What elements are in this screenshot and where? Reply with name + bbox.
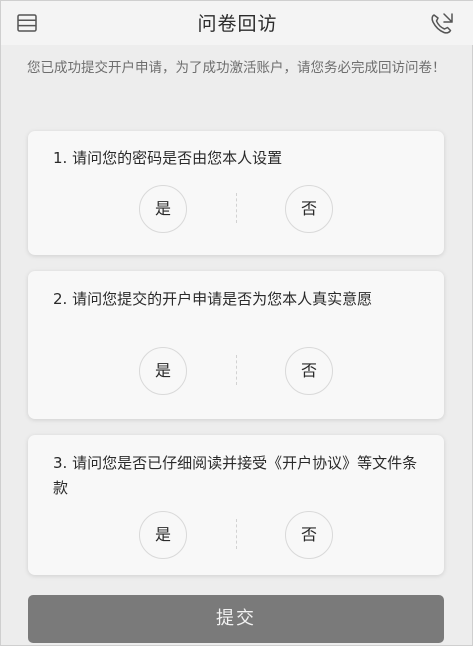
no-option[interactable]: 否	[285, 185, 333, 233]
option-divider	[236, 355, 237, 385]
yes-option[interactable]: 是	[139, 511, 187, 559]
yes-option[interactable]: 是	[139, 185, 187, 233]
app-frame: 问卷回访 您已成功提交开户申请，为了成功激活账户，请您务必完成回访问卷！ 1. …	[0, 0, 473, 646]
question-text: 2. 请问您提交的开户申请是否为您本人真实意愿	[53, 290, 373, 308]
yes-option[interactable]: 是	[139, 347, 187, 395]
option-divider	[236, 519, 237, 549]
header-bar: 问卷回访	[1, 1, 473, 45]
no-option[interactable]: 否	[285, 511, 333, 559]
question-text: 3. 请问您是否已仔细阅读并接受《开户协议》等文件条款	[53, 454, 418, 497]
phone-icon[interactable]	[429, 11, 455, 35]
notice-text: 您已成功提交开户申请，为了成功激活账户，请您务必完成回访问卷！	[27, 60, 446, 76]
no-option[interactable]: 否	[285, 347, 333, 395]
page-title: 问卷回访	[197, 13, 278, 35]
question-card-2: 2. 请问您提交的开户申请是否为您本人真实意愿 是 否	[28, 271, 444, 419]
question-card-1: 1. 请问您的密码是否由您本人设置 是 否	[28, 131, 444, 255]
question-text: 1. 请问您的密码是否由您本人设置	[53, 149, 283, 167]
submit-button[interactable]: 提交	[28, 595, 444, 643]
question-card-3: 3. 请问您是否已仔细阅读并接受《开户协议》等文件条款 是 否	[28, 435, 444, 575]
option-divider	[236, 193, 237, 223]
